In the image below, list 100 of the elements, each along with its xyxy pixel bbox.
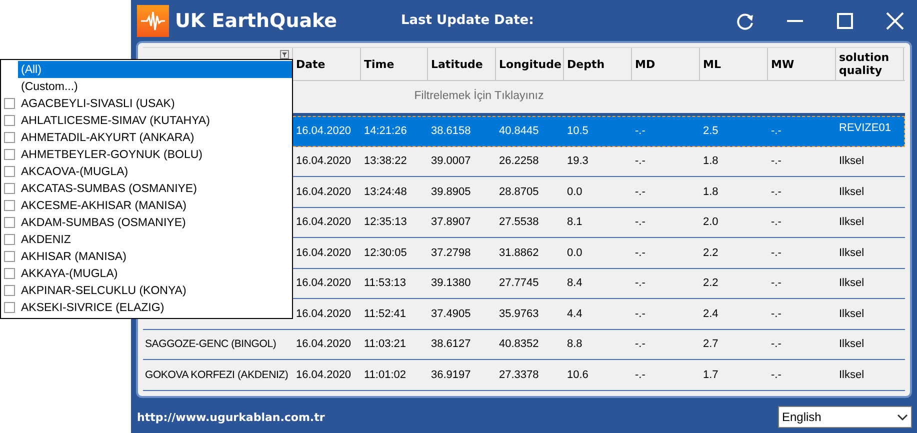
table-cell-text: 16.04.2020 (295, 246, 352, 259)
table-cell-text: -.- (770, 277, 782, 290)
checkbox-label[interactable]: AKKAYA-(MUGLA) (21, 268, 118, 280)
table-cell-text: 10.5 (566, 124, 590, 137)
table-cell-text: 39.8905 (430, 186, 472, 198)
checkbox[interactable] (4, 132, 15, 143)
table-cell-text: -.- (770, 308, 782, 320)
table-cell-text: -.- (634, 338, 646, 350)
column-header[interactable]: MD (632, 48, 700, 80)
checkbox[interactable] (4, 183, 15, 194)
column-header[interactable]: Time (361, 48, 428, 80)
table-cell-text: Ilksel (838, 277, 866, 290)
table-cell-text: 2.2 (702, 277, 720, 290)
table-cell-text: 1.7 (702, 368, 720, 381)
table-cell-text: Ilksel (838, 155, 866, 168)
table-cell-text: 2.2 (702, 246, 720, 259)
checkbox-label[interactable]: AKCAOVA-(MUGLA) (21, 166, 128, 178)
table-cell-text: 16.04.2020 (295, 124, 352, 137)
table-cell-text: -.- (634, 246, 646, 259)
maximize-icon[interactable] (835, 10, 855, 30)
table-cell-text: 1.8 (702, 155, 720, 168)
column-header[interactable]: Depth (564, 48, 632, 80)
table-cell-text: 27.3378 (498, 368, 540, 381)
table-cell-text: 12:30:05 (363, 246, 408, 259)
table-cell-text: -.- (770, 155, 782, 168)
close-icon[interactable] (885, 10, 905, 30)
checkbox[interactable] (4, 251, 15, 262)
table-cell-text: -.- (770, 246, 782, 259)
table-cell-text: 16.04.2020 (295, 308, 352, 320)
table-cell-text: 36.9197 (430, 368, 472, 381)
checkbox-label[interactable]: AGACBEYLI-SIVASLI (USAK) (21, 98, 175, 110)
filter-icon[interactable] (280, 50, 289, 59)
language-dropdown[interactable]: English (778, 406, 912, 428)
checkbox[interactable] (4, 166, 15, 177)
checkbox[interactable] (4, 268, 15, 279)
table-cell-text: GOKOVA KORFEZI (AKDENIZ) (144, 368, 290, 381)
column-header[interactable]: MW (768, 48, 836, 80)
checkbox[interactable] (4, 200, 15, 211)
table-cell-text: 38.6158 (430, 124, 472, 137)
table-cell-text: 16.04.2020 (295, 338, 352, 350)
app-title: UK EarthQuake (175, 10, 338, 32)
table-cell-text: -.- (770, 338, 782, 350)
table-cell-text: Ilksel (838, 186, 866, 198)
table-cell-text: 0.0 (566, 246, 584, 259)
table-cell-text: 10.6 (566, 368, 590, 381)
table-cell-text: 19.3 (566, 155, 590, 168)
checkbox[interactable] (4, 98, 15, 109)
table-cell-text: 8.4 (566, 277, 584, 290)
table-cell-text: 8.8 (566, 338, 584, 350)
table-cell-text: -.- (770, 368, 782, 381)
column-header[interactable]: Longitude (496, 48, 564, 80)
column-header[interactable]: Latitude (428, 48, 496, 80)
table-cell-text: 1.8 (702, 186, 720, 198)
checkbox-label[interactable]: AKHISAR (MANISA) (21, 250, 126, 262)
table-cell-text: 35.9763 (498, 308, 540, 320)
table-cell-text: 31.8862 (498, 246, 540, 259)
chevron-down-icon (897, 414, 908, 420)
table-cell-text: Ilksel (838, 216, 866, 228)
table-cell-text: 37.8907 (430, 216, 472, 228)
table-cell-text: 40.8352 (498, 338, 540, 350)
table-cell-text: 40.8445 (498, 124, 540, 137)
table-cell-text: 0.0 (566, 186, 584, 198)
table-cell-text: -.- (634, 124, 646, 137)
table-cell-text: 4.4 (566, 308, 584, 320)
filter-row-hint[interactable]: Filtrelemek İçin Tıklayınız (414, 90, 544, 102)
table-row[interactable]: SAGGOZE-GENC (BINGOL) 16.04.2020 11:03:21 38.6127 40.8352 8.8 -.- 2.7 -.- Ilksel (143, 330, 905, 360)
website-link[interactable]: http://www.ugurkablan.com.tr (137, 410, 325, 424)
table-cell-text: 13:24:48 (363, 186, 408, 198)
table-cell-text: -.- (634, 186, 646, 198)
table-cell-text: Ilksel (838, 308, 866, 320)
table-cell-text: Ilksel (838, 246, 866, 259)
table-cell-text: 13:38:22 (363, 155, 408, 168)
table-cell-text: -.- (634, 155, 646, 168)
checkbox[interactable] (4, 115, 15, 126)
table-cell-text: -.- (634, 216, 646, 228)
checkbox[interactable] (4, 217, 15, 228)
table-cell-text: SAGGOZE-GENC (BINGOL) (144, 338, 278, 350)
table-cell-text: 2.7 (702, 338, 720, 350)
column-header[interactable]: solution quality (836, 48, 904, 80)
table-cell-text: 11:01:02 (363, 368, 408, 381)
checkbox[interactable] (4, 149, 15, 160)
table-row[interactable]: GOKOVA KORFEZI (AKDENIZ) 16.04.2020 11:01:02 36.9197 27.3378 10.6 -.- 1.7 -.- Ilksel (143, 360, 905, 390)
table-cell-text: 16.04.2020 (295, 155, 352, 168)
last-update-label: Last Update Date: (401, 13, 535, 28)
checkbox-label[interactable]: AKDENIZ (21, 234, 71, 246)
filter-option[interactable]: (Custom...) (18, 78, 292, 95)
table-cell-text: 26.2258 (498, 155, 540, 168)
column-header[interactable]: ML (700, 48, 768, 80)
table-cell-text: 37.2798 (430, 246, 472, 259)
table-cell-text: -.- (770, 216, 782, 228)
table-cell-text: 11:53:13 (363, 277, 408, 290)
table-cell-text: 16.04.2020 (295, 368, 352, 381)
table-cell-text: -.- (770, 186, 782, 198)
table-cell-text: 28.8705 (498, 186, 540, 198)
seismograph-logo-icon (137, 4, 169, 36)
filter-option[interactable]: (All) (18, 61, 292, 78)
table-cell-text: REVIZE01 (838, 121, 892, 134)
checkbox[interactable] (4, 234, 15, 245)
checkbox[interactable] (4, 285, 15, 296)
checkbox[interactable] (4, 302, 15, 313)
